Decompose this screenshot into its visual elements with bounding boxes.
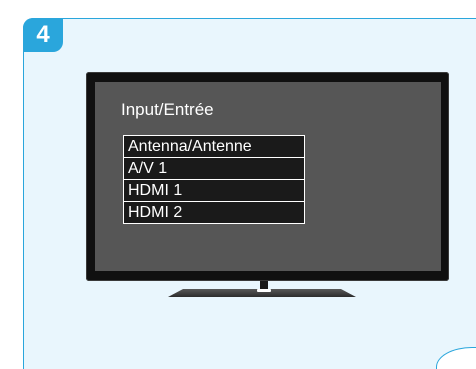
tv-power-indicator — [257, 289, 271, 292]
tv-illustration: Input/Entrée Antenna/Antenne A/V 1 HDMI … — [86, 72, 449, 281]
input-option-hdmi2[interactable]: HDMI 2 — [123, 202, 305, 224]
input-option-antenna[interactable]: Antenna/Antenne — [123, 135, 305, 158]
panel-corner-decoration — [436, 347, 476, 369]
tv-screen: Input/Entrée Antenna/Antenne A/V 1 HDMI … — [95, 82, 441, 271]
input-option-av1[interactable]: A/V 1 — [123, 158, 305, 180]
input-menu-title: Input/Entrée — [121, 100, 214, 119]
step-number-badge: 4 — [23, 18, 63, 52]
input-option-hdmi1[interactable]: HDMI 1 — [123, 180, 305, 202]
input-source-list: Antenna/Antenne A/V 1 HDMI 1 HDMI 2 — [123, 135, 305, 224]
